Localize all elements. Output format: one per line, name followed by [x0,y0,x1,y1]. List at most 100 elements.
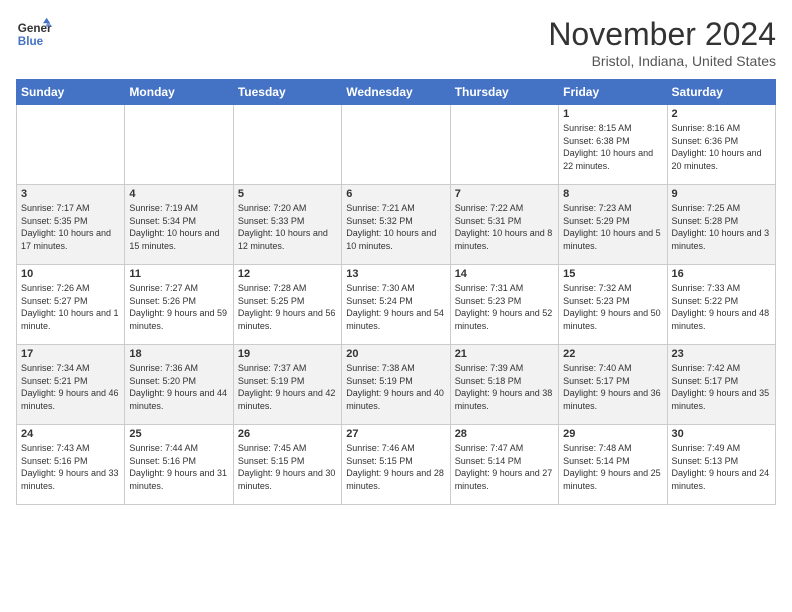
day-info: Sunrise: 7:42 AMSunset: 5:17 PMDaylight:… [672,362,771,412]
table-cell: 26 Sunrise: 7:45 AMSunset: 5:15 PMDayligh… [233,425,341,505]
table-cell: 1Sunrise: 8:15 AMSunset: 6:38 PMDaylight… [559,105,667,185]
day-number: 27 [346,428,445,440]
table-cell: 20Sunrise: 7:38 AMSunset: 5:19 PMDayligh… [342,345,450,425]
table-cell [17,105,125,185]
day-number: 11 [129,268,228,280]
day-info: Sunrise: 7:40 AMSunset: 5:17 PMDaylight:… [563,362,662,412]
table-cell: 21 Sunrise: 7:39 AMSunset: 5:18 PMDayligh… [450,345,558,425]
day-number: 19 [238,348,337,360]
day-info: Sunrise: 7:19 AMSunset: 5:34 PMDaylight:… [129,202,228,252]
week-row-0: 1Sunrise: 8:15 AMSunset: 6:38 PMDaylight… [17,105,776,185]
day-number: 2 [672,108,771,120]
day-info: Sunrise: 8:16 AMSunset: 6:36 PMDaylight:… [672,122,771,172]
week-row-4: 24 Sunrise: 7:43 AMSunset: 5:16 PMDayligh… [17,425,776,505]
day-number: 15 [563,268,662,280]
day-info: Sunrise: 7:32 AMSunset: 5:23 PMDaylight:… [563,282,662,332]
day-number: 18 [129,348,228,360]
day-number: 3 [21,188,120,200]
day-number: 7 [455,188,554,200]
day-info: Sunrise: 7:45 AMSunset: 5:15 PMDaylight:… [238,442,337,492]
day-info: Sunrise: 7:31 AMSunset: 5:23 PMDaylight:… [455,282,554,332]
day-info: Sunrise: 7:28 AMSunset: 5:25 PMDaylight:… [238,282,337,332]
col-sunday: Sunday [17,80,125,105]
day-info: Sunrise: 7:30 AMSunset: 5:24 PMDaylight:… [346,282,445,332]
day-number: 8 [563,188,662,200]
table-cell: 19 Sunrise: 7:37 AMSunset: 5:19 PMDayligh… [233,345,341,425]
title-area: November 2024 Bristol, Indiana, United S… [548,16,776,69]
day-number: 24 [21,428,120,440]
table-cell: 28 Sunrise: 7:47 AMSunset: 5:14 PMDayligh… [450,425,558,505]
day-info: Sunrise: 7:27 AMSunset: 5:26 PMDaylight:… [129,282,228,332]
day-info: Sunrise: 7:48 AMSunset: 5:14 PMDaylight:… [563,442,662,492]
day-info: Sunrise: 7:46 AMSunset: 5:15 PMDaylight:… [346,442,445,492]
col-tuesday: Tuesday [233,80,341,105]
table-cell: 17Sunrise: 7:34 AMSunset: 5:21 PMDayligh… [17,345,125,425]
day-number: 28 [455,428,554,440]
logo-icon: General Blue [16,16,52,52]
day-info: Sunrise: 7:47 AMSunset: 5:14 PMDaylight:… [455,442,554,492]
calendar-subtitle: Bristol, Indiana, United States [548,53,776,69]
table-cell: 2 Sunrise: 8:16 AMSunset: 6:36 PMDaylight… [667,105,775,185]
logo: General Blue [16,16,52,52]
table-cell [342,105,450,185]
day-info: Sunrise: 7:43 AMSunset: 5:16 PMDaylight:… [21,442,120,492]
day-info: Sunrise: 7:21 AMSunset: 5:32 PMDaylight:… [346,202,445,252]
table-cell: 8 Sunrise: 7:23 AMSunset: 5:29 PMDaylight… [559,185,667,265]
day-info: Sunrise: 7:20 AMSunset: 5:33 PMDaylight:… [238,202,337,252]
day-number: 21 [455,348,554,360]
day-info: Sunrise: 7:49 AMSunset: 5:13 PMDaylight:… [672,442,771,492]
day-number: 4 [129,188,228,200]
header-row: Sunday Monday Tuesday Wednesday Thursday… [17,80,776,105]
col-monday: Monday [125,80,233,105]
table-cell: 12 Sunrise: 7:28 AMSunset: 5:25 PMDayligh… [233,265,341,345]
day-info: Sunrise: 8:15 AMSunset: 6:38 PMDaylight:… [563,122,662,172]
table-cell: 7 Sunrise: 7:22 AMSunset: 5:31 PMDaylight… [450,185,558,265]
day-info: Sunrise: 7:34 AMSunset: 5:21 PMDaylight:… [21,362,120,412]
table-cell: 18 Sunrise: 7:36 AMSunset: 5:20 PMDayligh… [125,345,233,425]
day-info: Sunrise: 7:36 AMSunset: 5:20 PMDaylight:… [129,362,228,412]
svg-text:Blue: Blue [18,35,44,48]
week-row-2: 10Sunrise: 7:26 AMSunset: 5:27 PMDayligh… [17,265,776,345]
table-cell: 10Sunrise: 7:26 AMSunset: 5:27 PMDayligh… [17,265,125,345]
day-info: Sunrise: 7:25 AMSunset: 5:28 PMDaylight:… [672,202,771,252]
table-cell: 22 Sunrise: 7:40 AMSunset: 5:17 PMDayligh… [559,345,667,425]
day-info: Sunrise: 7:23 AMSunset: 5:29 PMDaylight:… [563,202,662,252]
day-info: Sunrise: 7:17 AMSunset: 5:35 PMDaylight:… [21,202,120,252]
day-info: Sunrise: 7:37 AMSunset: 5:19 PMDaylight:… [238,362,337,412]
day-number: 10 [21,268,120,280]
col-wednesday: Wednesday [342,80,450,105]
table-cell: 5Sunrise: 7:20 AMSunset: 5:33 PMDaylight… [233,185,341,265]
table-cell: 13Sunrise: 7:30 AMSunset: 5:24 PMDayligh… [342,265,450,345]
table-cell: 16Sunrise: 7:33 AMSunset: 5:22 PMDayligh… [667,265,775,345]
day-number: 23 [672,348,771,360]
table-cell: 14 Sunrise: 7:31 AMSunset: 5:23 PMDayligh… [450,265,558,345]
week-row-3: 17Sunrise: 7:34 AMSunset: 5:21 PMDayligh… [17,345,776,425]
table-cell: 9 Sunrise: 7:25 AMSunset: 5:28 PMDaylight… [667,185,775,265]
col-saturday: Saturday [667,80,775,105]
day-number: 26 [238,428,337,440]
table-cell [233,105,341,185]
day-info: Sunrise: 7:38 AMSunset: 5:19 PMDaylight:… [346,362,445,412]
week-row-1: 3 Sunrise: 7:17 AMSunset: 5:35 PMDaylight… [17,185,776,265]
day-number: 30 [672,428,771,440]
day-number: 29 [563,428,662,440]
day-info: Sunrise: 7:22 AMSunset: 5:31 PMDaylight:… [455,202,554,252]
day-info: Sunrise: 7:39 AMSunset: 5:18 PMDaylight:… [455,362,554,412]
table-cell: 15 Sunrise: 7:32 AMSunset: 5:23 PMDayligh… [559,265,667,345]
table-cell: 3 Sunrise: 7:17 AMSunset: 5:35 PMDaylight… [17,185,125,265]
day-number: 16 [672,268,771,280]
calendar-table: Sunday Monday Tuesday Wednesday Thursday… [16,79,776,505]
table-cell [125,105,233,185]
col-thursday: Thursday [450,80,558,105]
day-number: 9 [672,188,771,200]
day-number: 22 [563,348,662,360]
day-info: Sunrise: 7:44 AMSunset: 5:16 PMDaylight:… [129,442,228,492]
table-cell: 4 Sunrise: 7:19 AMSunset: 5:34 PMDaylight… [125,185,233,265]
day-number: 14 [455,268,554,280]
table-cell: 27 Sunrise: 7:46 AMSunset: 5:15 PMDayligh… [342,425,450,505]
header: General Blue November 2024 Bristol, Indi… [16,16,776,69]
table-cell: 24 Sunrise: 7:43 AMSunset: 5:16 PMDayligh… [17,425,125,505]
day-number: 12 [238,268,337,280]
table-cell: 29 Sunrise: 7:48 AMSunset: 5:14 PMDayligh… [559,425,667,505]
table-cell: 25Sunrise: 7:44 AMSunset: 5:16 PMDayligh… [125,425,233,505]
